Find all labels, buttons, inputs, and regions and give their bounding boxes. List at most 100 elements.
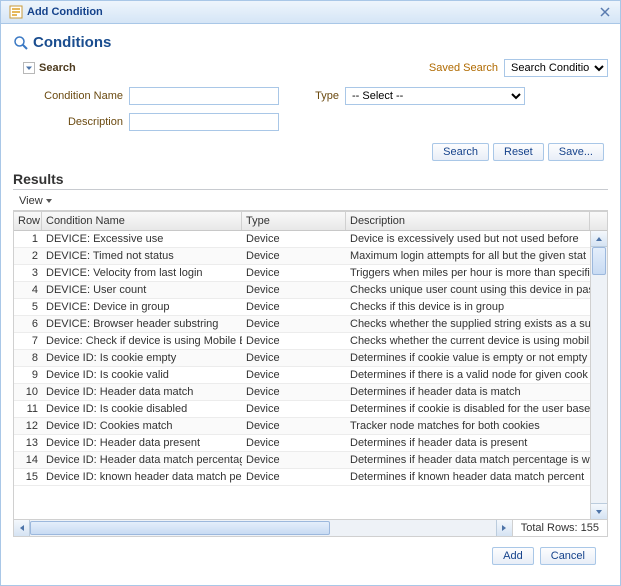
cell-desc: Determines if known header data match pe… <box>346 470 590 484</box>
cell-type: Device <box>242 368 346 382</box>
cell-desc: Checks whether the current device is usi… <box>346 334 590 348</box>
table-row[interactable]: 9Device ID: Is cookie validDeviceDetermi… <box>14 367 590 384</box>
cell-desc: Determines if header data is match <box>346 385 590 399</box>
cell-type: Device <box>242 351 346 365</box>
hscroll-thumb[interactable] <box>30 521 330 535</box>
scroll-right-icon[interactable] <box>496 520 512 536</box>
col-header-scroll <box>590 212 607 230</box>
cell-type: Device <box>242 317 346 331</box>
scroll-thumb[interactable] <box>592 247 606 275</box>
col-header-type[interactable]: Type <box>242 212 346 230</box>
cell-name: Device ID: Is cookie valid <box>42 368 242 382</box>
cell-rownum: 3 <box>14 266 42 280</box>
chevron-down-icon <box>45 197 53 205</box>
table-row[interactable]: 8Device ID: Is cookie emptyDeviceDetermi… <box>14 350 590 367</box>
vertical-scrollbar[interactable] <box>590 231 607 519</box>
table-row[interactable]: 3DEVICE: Velocity from last loginDeviceT… <box>14 265 590 282</box>
add-button[interactable]: Add <box>492 547 534 565</box>
cell-type: Device <box>242 436 346 450</box>
col-header-desc[interactable]: Description <box>346 212 590 230</box>
cell-desc: Maximum login attempts for all but the g… <box>346 249 590 263</box>
cell-type: Device <box>242 385 346 399</box>
grid-rows-area[interactable]: 1DEVICE: Excessive useDeviceDevice is ex… <box>14 231 590 519</box>
scroll-left-icon[interactable] <box>14 520 30 536</box>
hscroll-track[interactable] <box>30 520 496 536</box>
cell-desc: Determines if cookie value is empty or n… <box>346 351 590 365</box>
horizontal-scrollbar[interactable] <box>14 520 512 536</box>
search-panel-header: Search Saved Search Search Conditions <box>13 57 608 83</box>
view-menu-button[interactable]: View <box>19 195 53 207</box>
table-row[interactable]: 2DEVICE: Timed not statusDeviceMaximum l… <box>14 248 590 265</box>
description-label: Description <box>43 116 123 128</box>
cell-rownum: 2 <box>14 249 42 263</box>
cell-name: Device ID: Header data present <box>42 436 242 450</box>
table-row[interactable]: 12Device ID: Cookies matchDeviceTracker … <box>14 418 590 435</box>
col-header-row[interactable]: Row <box>14 212 42 230</box>
cell-rownum: 9 <box>14 368 42 382</box>
cell-type: Device <box>242 300 346 314</box>
cell-rownum: 4 <box>14 283 42 297</box>
condition-name-input[interactable] <box>129 87 279 105</box>
cancel-button[interactable]: Cancel <box>540 547 596 565</box>
cell-type: Device <box>242 402 346 416</box>
cell-type: Device <box>242 266 346 280</box>
cell-name: Device ID: Is cookie disabled <box>42 402 242 416</box>
cell-name: DEVICE: Excessive use <box>42 232 242 246</box>
cell-rownum: 13 <box>14 436 42 450</box>
dialog-footer: Add Cancel <box>13 537 608 577</box>
type-label: Type <box>299 90 339 102</box>
grid-header: Row Condition Name Type Description <box>14 212 607 231</box>
cell-name: DEVICE: Timed not status <box>42 249 242 263</box>
table-row[interactable]: 6DEVICE: Browser header substringDeviceC… <box>14 316 590 333</box>
add-condition-dialog: Add Condition Conditions Search Saved <box>0 0 621 586</box>
cell-type: Device <box>242 453 346 467</box>
save-button[interactable]: Save... <box>548 143 604 161</box>
table-row[interactable]: 4DEVICE: User countDeviceChecks unique u… <box>14 282 590 299</box>
table-row[interactable]: 10Device ID: Header data matchDeviceDete… <box>14 384 590 401</box>
table-row[interactable]: 14Device ID: Header data match percentag… <box>14 452 590 469</box>
cell-type: Device <box>242 334 346 348</box>
search-panel: Search Saved Search Search Conditions Co… <box>13 57 608 161</box>
scroll-up-icon[interactable] <box>591 231 607 247</box>
total-rows-value: 155 <box>581 522 599 534</box>
table-row[interactable]: 13Device ID: Header data presentDeviceDe… <box>14 435 590 452</box>
description-input[interactable] <box>129 113 279 131</box>
cell-desc: Tracker node matches for both cookies <box>346 419 590 433</box>
chevron-down-icon[interactable] <box>23 62 35 74</box>
dialog-content: Conditions Search Saved Search Search Co… <box>1 24 620 585</box>
cell-type: Device <box>242 232 346 246</box>
cell-rownum: 11 <box>14 402 42 416</box>
results-toolbar: View <box>13 192 608 211</box>
table-row[interactable]: 11Device ID: Is cookie disabledDeviceDet… <box>14 401 590 418</box>
cell-type: Device <box>242 419 346 433</box>
cell-rownum: 5 <box>14 300 42 314</box>
scroll-track[interactable] <box>591 247 607 503</box>
type-row: Type -- Select -- <box>299 87 525 105</box>
condition-name-label: Condition Name <box>43 90 123 102</box>
col-header-name[interactable]: Condition Name <box>42 212 242 230</box>
scroll-down-icon[interactable] <box>591 503 607 519</box>
cell-rownum: 14 <box>14 453 42 467</box>
dialog-titlebar: Add Condition <box>1 1 620 24</box>
cell-rownum: 12 <box>14 419 42 433</box>
description-row: Description <box>43 113 279 131</box>
section-title-text: Conditions <box>33 34 111 51</box>
cell-rownum: 8 <box>14 351 42 365</box>
search-header-text: Search <box>39 62 76 74</box>
view-menu-label: View <box>19 195 43 207</box>
cell-name: Device ID: Is cookie empty <box>42 351 242 365</box>
cell-desc: Checks whether the supplied string exist… <box>346 317 590 331</box>
type-select[interactable]: -- Select -- <box>345 87 525 105</box>
table-row[interactable]: 15Device ID: known header data match per… <box>14 469 590 486</box>
cell-desc: Determines if header data match percenta… <box>346 453 590 467</box>
close-icon[interactable] <box>598 5 612 19</box>
table-row[interactable]: 1DEVICE: Excessive useDeviceDevice is ex… <box>14 231 590 248</box>
saved-search-select[interactable]: Search Conditions <box>504 59 608 77</box>
search-col-left: Condition Name Description <box>43 87 279 131</box>
cell-type: Device <box>242 249 346 263</box>
search-button[interactable]: Search <box>432 143 489 161</box>
reset-button[interactable]: Reset <box>493 143 544 161</box>
table-row[interactable]: 7Device: Check if device is using Mobile… <box>14 333 590 350</box>
dialog-icon <box>9 5 23 19</box>
table-row[interactable]: 5DEVICE: Device in groupDeviceChecks if … <box>14 299 590 316</box>
